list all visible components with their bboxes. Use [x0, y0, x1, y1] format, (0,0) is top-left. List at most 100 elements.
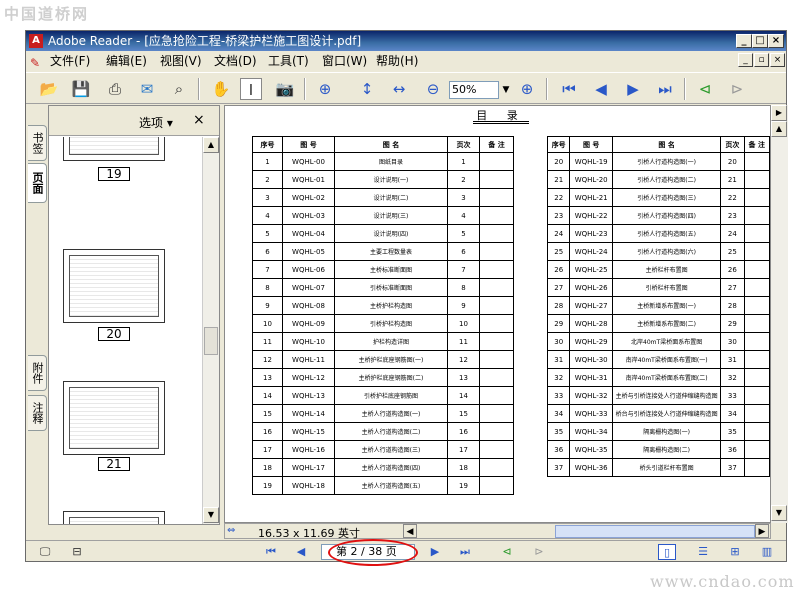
next-page-icon[interactable]: ▶	[426, 544, 444, 560]
go-forward-icon[interactable]: ⊳	[726, 78, 748, 100]
doc-close-button[interactable]: ×	[770, 53, 785, 67]
menu-tools[interactable]: 工具(T)	[264, 51, 313, 71]
table-cell: 26	[720, 260, 745, 279]
email-icon[interactable]: ✉	[136, 78, 158, 100]
horizontal-scroll-thumb[interactable]	[555, 525, 755, 538]
title-bar[interactable]: A Adobe Reader - [应急抢险工程-桥梁护栏施工图设计.pdf] …	[26, 31, 786, 51]
table-cell: 13	[447, 368, 480, 387]
table-row: 33 WQHL-32 主桥与引桥连接处人行道伸缩缝构造图 33	[546, 386, 770, 405]
scroll-left-arrow-icon[interactable]: ◀	[403, 524, 417, 538]
table-cell: 29	[546, 314, 571, 333]
table-cell: WQHL-01	[282, 170, 335, 189]
table-cell	[743, 152, 770, 171]
document-scrollbar[interactable]: ▶ ▲ ▼	[771, 105, 788, 523]
table-cell: 主桥与引桥连接处人行道伸缩缝构造图	[611, 386, 722, 405]
tab-bookmarks[interactable]: 书签	[28, 125, 47, 161]
table-cell: 主桥人行道构造图(四)	[334, 458, 448, 477]
close-button[interactable]: ×	[768, 34, 784, 48]
table-cell: WQHL-06	[282, 260, 335, 279]
snapshot-icon[interactable]: 📷	[274, 78, 296, 100]
minimize-button[interactable]: _	[736, 34, 752, 48]
panel-toggle-icon[interactable]: ⊟	[68, 544, 86, 560]
scroll-right-arrow-icon[interactable]: ▶	[755, 524, 769, 538]
table-cell: 35	[720, 422, 745, 441]
search-icon[interactable]: ⌕	[168, 78, 190, 100]
zoom-in-tool-icon[interactable]: ⊕	[314, 78, 336, 100]
scroll-thumb[interactable]	[204, 327, 218, 355]
options-menu[interactable]: 选项 ▾	[139, 114, 173, 131]
page-thumbnail[interactable]	[63, 137, 165, 161]
last-page-icon[interactable]: ⏭	[456, 544, 474, 560]
fit-page-icon[interactable]: ↕	[356, 78, 378, 100]
save-icon[interactable]: 💾	[70, 78, 92, 100]
table-cell: WQHL-35	[569, 440, 613, 459]
menu-view[interactable]: 视图(V)	[156, 51, 206, 71]
menu-window[interactable]: 窗口(W)	[318, 51, 371, 71]
scroll-right-arrow-icon[interactable]: ▶	[771, 105, 787, 121]
previous-page-icon[interactable]: ◀	[292, 544, 310, 560]
table-cell: WQHL-20	[569, 170, 613, 189]
scroll-up-arrow-icon[interactable]: ▲	[771, 121, 787, 137]
page-thumbnail[interactable]	[63, 511, 165, 524]
table-cell: 2	[252, 170, 283, 189]
fit-width-icon[interactable]: ↔	[388, 78, 410, 100]
menu-edit[interactable]: 编辑(E)	[102, 51, 151, 71]
single-page-view-icon[interactable]: ▯	[658, 544, 676, 560]
previous-page-icon[interactable]: ◀	[590, 78, 612, 100]
zoom-input[interactable]: 50%	[449, 81, 499, 99]
doc-restore-button[interactable]: ▫	[754, 53, 769, 67]
scroll-down-arrow-icon[interactable]: ▼	[203, 507, 219, 523]
table-cell	[479, 350, 514, 369]
panel-close-button[interactable]: ×	[193, 112, 205, 128]
go-forward-icon[interactable]: ⊳	[530, 544, 548, 560]
zoom-plus-icon[interactable]: ⊕	[516, 78, 538, 100]
continuous-view-icon[interactable]: ☰	[694, 544, 712, 560]
table-cell: 主桥新增系布置图(二)	[611, 314, 722, 333]
select-text-icon[interactable]: I	[240, 78, 262, 100]
table-cell	[743, 332, 770, 351]
table-cell: 5	[252, 224, 283, 243]
acrobat-logo-icon: A	[29, 34, 43, 48]
chevron-down-icon[interactable]: ▼	[499, 81, 513, 99]
maximize-button[interactable]: □	[752, 34, 768, 48]
continuous-facing-view-icon[interactable]: ▥	[758, 544, 776, 560]
table-row: 19 WQHL-18 主桥人行道构造图(五) 19	[252, 476, 514, 495]
table-cell: 25	[720, 242, 745, 261]
table-cell: 14	[252, 386, 283, 405]
doc-minimize-button[interactable]: _	[738, 53, 753, 67]
pdf-document-icon: ✎	[30, 56, 41, 70]
hand-tool-icon[interactable]: ✋	[210, 78, 232, 100]
facing-view-icon[interactable]: ⊞	[726, 544, 744, 560]
table-cell: WQHL-02	[282, 188, 335, 207]
first-page-icon[interactable]: ⏮	[558, 78, 580, 100]
monitor-icon[interactable]: 🖵	[36, 544, 54, 560]
tab-attachments[interactable]: 附件	[28, 355, 47, 391]
tab-comments[interactable]: 注释	[28, 395, 47, 431]
table-row: 21 WQHL-20 引桥人行道构造图(二) 21	[546, 170, 770, 189]
table-cell: 桥头引道栏杆布置图	[611, 458, 722, 477]
table-cell	[479, 296, 514, 315]
zoom-out-icon[interactable]: ⊖	[422, 78, 444, 100]
tab-pages[interactable]: 页面	[28, 163, 47, 203]
page-thumbnail[interactable]	[63, 381, 165, 455]
open-folder-icon[interactable]: 📂	[38, 78, 60, 100]
scroll-down-arrow-icon[interactable]: ▼	[771, 505, 787, 521]
table-cell: 37	[720, 458, 745, 477]
menu-help[interactable]: 帮助(H)	[372, 51, 422, 71]
next-page-icon[interactable]: ▶	[622, 78, 644, 100]
table-cell: 9	[447, 296, 480, 315]
table-cell: 30	[720, 332, 745, 351]
menu-document[interactable]: 文档(D)	[210, 51, 261, 71]
table-cell: WQHL-14	[282, 404, 335, 423]
page-thumbnail[interactable]	[63, 249, 165, 323]
print-icon[interactable]: ⎙	[104, 78, 126, 100]
scroll-up-arrow-icon[interactable]: ▲	[203, 137, 219, 153]
go-back-icon[interactable]: ⊲	[694, 78, 716, 100]
table-row: 24 WQHL-23 引桥人行道构造图(五) 24	[546, 224, 770, 243]
menu-file[interactable]: 文件(F)	[46, 51, 94, 71]
split-handle-icon[interactable]: ⇔	[227, 525, 235, 536]
go-back-icon[interactable]: ⊲	[498, 544, 516, 560]
panel-scrollbar[interactable]: ▲ ▼	[202, 137, 219, 524]
first-page-icon[interactable]: ⏮	[262, 544, 280, 560]
last-page-icon[interactable]: ⏭	[654, 78, 676, 100]
